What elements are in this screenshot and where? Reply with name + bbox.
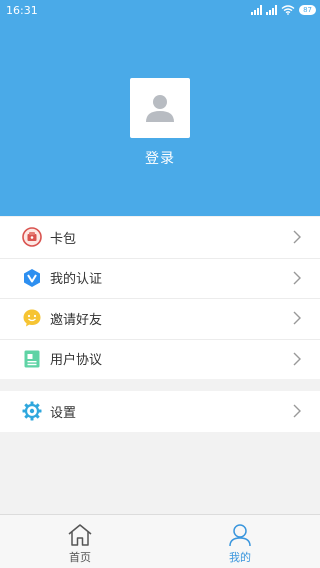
user-profile-icon <box>229 524 251 547</box>
tab-home-label: 首页 <box>69 551 91 564</box>
invite-friends-icon <box>22 308 42 328</box>
user-agreement-icon <box>22 349 42 369</box>
menu-item-settings[interactable]: 设置 <box>0 391 320 432</box>
wifi-icon <box>281 5 295 15</box>
chevron-right-icon <box>293 271 301 285</box>
battery-icon: 87 <box>299 5 316 15</box>
menu-item-label: 卡包 <box>50 231 77 247</box>
menu-item-label: 用户协议 <box>50 353 103 369</box>
cell-signal-icon <box>251 5 263 15</box>
bottom-tab-bar: 首页 我的 <box>0 514 320 568</box>
avatar[interactable] <box>130 78 190 138</box>
menu-item-user-agreement[interactable]: 用户协议 <box>0 338 320 379</box>
menu-list: 卡包 我的认证 邀请好友 用户协议 <box>0 217 320 379</box>
profile-header: 16:31 87 登录 <box>0 0 320 216</box>
status-bar: 16:31 87 <box>0 0 320 22</box>
menu-item-verification[interactable]: 我的认证 <box>0 257 320 298</box>
menu-item-label: 设置 <box>50 405 77 421</box>
tab-mine-label: 我的 <box>229 551 251 564</box>
chevron-right-icon <box>293 311 301 325</box>
settings-section: 设置 <box>0 391 320 432</box>
tab-mine[interactable]: 我的 <box>160 515 320 568</box>
verification-icon <box>22 268 42 288</box>
chevron-right-icon <box>293 230 301 244</box>
home-icon <box>68 524 92 546</box>
menu-item-card-wallet[interactable]: 卡包 <box>0 217 320 258</box>
chevron-right-icon <box>293 352 301 366</box>
menu-item-invite-friends[interactable]: 邀请好友 <box>0 298 320 339</box>
menu-item-label: 邀请好友 <box>50 312 103 328</box>
login-button[interactable]: 登录 <box>0 148 320 168</box>
settings-gear-icon <box>22 401 42 421</box>
tab-home[interactable]: 首页 <box>0 515 160 568</box>
status-time: 16:31 <box>6 4 38 17</box>
menu-item-label: 我的认证 <box>50 272 103 288</box>
user-placeholder-icon <box>146 95 174 122</box>
chevron-right-icon <box>293 404 301 418</box>
card-wallet-icon <box>22 227 42 248</box>
cell-signal-icon-2 <box>266 5 278 15</box>
status-icons: 87 <box>251 4 316 16</box>
